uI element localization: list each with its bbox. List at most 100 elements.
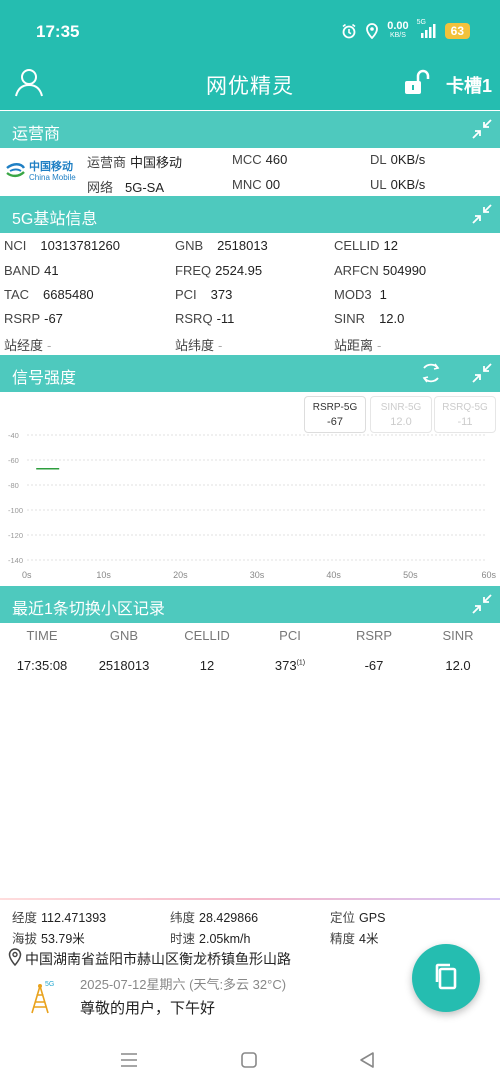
- x-tick-label: 60s: [481, 570, 496, 580]
- signal-section-header: 信号强度: [0, 355, 500, 392]
- site-longitude-field: 站经度 -: [4, 338, 52, 353]
- location-pin-icon: [365, 23, 379, 39]
- cellid-field: CELLID 12: [334, 238, 398, 253]
- operator-section-title: 运营商: [12, 126, 61, 143]
- column-header: CELLID: [184, 628, 230, 643]
- band-field: BAND 41: [4, 263, 59, 278]
- x-tick-label: 0s: [22, 570, 32, 580]
- legend-label: RSRP-5G: [312, 402, 358, 413]
- copy-button[interactable]: [412, 944, 480, 1012]
- mod3-field: MOD3 1: [334, 287, 387, 302]
- speed-field: 时速 2.05km/h: [170, 932, 251, 946]
- unlock-icon[interactable]: [402, 68, 432, 98]
- network-field: 网络 5G-SA: [87, 180, 165, 195]
- x-tick-label: 20s: [173, 570, 188, 580]
- ul-field: UL 0KB/s: [370, 177, 426, 192]
- china-mobile-logo: 中国移动 China Mobile: [4, 158, 78, 184]
- location-pin-icon: [8, 948, 22, 969]
- rsrq-field: RSRQ -11: [175, 311, 235, 326]
- handover-section-title: 最近1条切换小区记录: [12, 601, 165, 618]
- column-header: TIME: [26, 628, 58, 643]
- rsrp-field: RSRP -67: [4, 311, 63, 326]
- collapse-icon[interactable]: [470, 202, 494, 226]
- arfcn-field: ARFCN 504990: [334, 263, 427, 278]
- x-tick-label: 40s: [326, 570, 341, 580]
- sinr-field: SINR 12.0: [334, 311, 405, 326]
- cell-sinr: 12.0: [445, 658, 471, 673]
- pci-field: PCI 373: [175, 287, 233, 302]
- sim-slot-selector[interactable]: 卡槽1: [446, 72, 492, 98]
- legend-sinr[interactable]: SINR-5G 12.0: [370, 396, 432, 433]
- legend-label: RSRQ-5G: [442, 402, 488, 413]
- table-header-row: TIME GNB CELLID PCI RSRP SINR: [0, 622, 500, 652]
- network-type-label: 5G: [416, 19, 426, 26]
- home-icon[interactable]: [237, 1048, 261, 1072]
- x-tick-label: 10s: [96, 570, 111, 580]
- latitude-field: 纬度 28.429866: [170, 911, 259, 925]
- freq-field: FREQ 2524.95: [175, 263, 263, 278]
- cell-gnb: 2518013: [98, 658, 150, 673]
- net-speed-value: 0.00: [387, 20, 409, 32]
- y-tick-label: -140: [8, 556, 23, 565]
- status-bar: 17:35 0.00 KB/S 5G 63: [0, 0, 500, 62]
- address-text: 中国湖南省益阳市赫山区衡龙桥镇鱼形山路: [25, 950, 291, 967]
- legend-value: -11: [457, 416, 473, 428]
- menu-icon[interactable]: [117, 1048, 141, 1072]
- legend-label: SINR-5G: [380, 402, 422, 413]
- refresh-icon[interactable]: [418, 360, 444, 386]
- collapse-icon[interactable]: [470, 592, 494, 616]
- greeting-message: 尊敬的用户，下午好: [80, 1000, 216, 1017]
- mcc-field: MCC 460: [232, 152, 288, 167]
- copy-icon: [433, 962, 459, 995]
- nci-field: NCI 10313781260: [4, 238, 120, 253]
- logo-text-cn: 中国移动: [29, 160, 73, 173]
- y-tick-label: -100: [8, 506, 23, 515]
- battery-indicator: 63: [444, 23, 470, 39]
- pci-superscript: (1): [296, 659, 306, 667]
- cell-section-header: 5G基站信息: [0, 196, 500, 233]
- pci-value: 373: [274, 658, 297, 673]
- dl-field: DL 0KB/s: [370, 152, 426, 167]
- alarm-icon: [341, 23, 357, 39]
- y-tick-label: -120: [8, 531, 23, 540]
- column-header: RSRP: [355, 628, 393, 643]
- site-distance-field: 站距离 -: [334, 338, 382, 353]
- gnb-field: GNB 2518013: [175, 238, 268, 253]
- operator-field: 运营商 中国移动: [87, 155, 183, 170]
- operator-section-header: 运营商: [0, 111, 500, 148]
- mnc-field: MNC 00: [232, 177, 281, 192]
- collapse-icon[interactable]: [470, 117, 494, 141]
- legend-rsrq[interactable]: RSRQ-5G -11: [434, 396, 496, 433]
- altitude-field: 海拔 53.79米: [12, 932, 85, 946]
- cell-time: 17:35:08: [16, 658, 68, 673]
- divider: [0, 898, 500, 900]
- logo-text-en: China Mobile: [29, 172, 76, 182]
- operator-panel: 中国移动 China Mobile 运营商 中国移动 网络 5G-SA MCC 460…: [0, 148, 500, 196]
- x-tick-label: 30s: [250, 570, 265, 580]
- net-speed-unit: KB/S: [389, 32, 406, 39]
- back-icon[interactable]: [355, 1048, 379, 1072]
- svg-text:5G: 5G: [45, 981, 54, 988]
- app-bar: 网优精灵 卡槽1: [0, 62, 500, 110]
- handover-section-header: 最近1条切换小区记录: [0, 586, 500, 623]
- cell-pci: 373(1): [256, 658, 324, 673]
- system-nav-bar: [0, 1038, 500, 1085]
- signal-chart: RSRP-5G -67 SINR-5G 12.0 RSRQ-5G -11 -40…: [0, 391, 500, 587]
- handover-table: TIME GNB CELLID PCI RSRP SINR 17:35:08 2…: [0, 622, 500, 682]
- cell-rsrp: -67: [364, 658, 384, 673]
- cell-section-title: 5G基站信息: [12, 211, 98, 228]
- y-tick-label: -40: [8, 431, 19, 440]
- column-header: PCI: [279, 628, 301, 643]
- site-latitude-field: 站纬度 -: [175, 338, 223, 353]
- accuracy-field: 精度 4米: [330, 932, 379, 946]
- y-tick-label: -80: [8, 481, 19, 490]
- table-row[interactable]: 17:35:08 2518013 12 373(1) -67 12.0: [0, 652, 500, 682]
- signal-section-title: 信号强度: [12, 370, 77, 387]
- legend-rsrp[interactable]: RSRP-5G -67: [304, 396, 366, 433]
- column-header: GNB: [109, 628, 139, 643]
- collapse-icon[interactable]: [470, 361, 494, 385]
- address-line: 中国湖南省益阳市赫山区衡龙桥镇鱼形山路: [8, 948, 291, 969]
- status-icons: 0.00 KB/S 5G 63: [341, 19, 470, 40]
- tac-field: TAC 6685480: [4, 287, 94, 302]
- cell-cellid: 12: [199, 658, 215, 673]
